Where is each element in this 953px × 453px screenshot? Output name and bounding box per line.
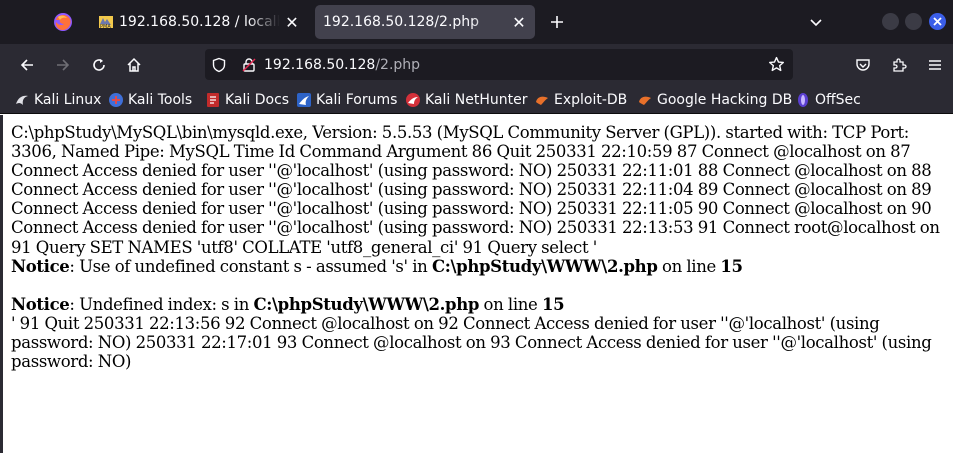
kali-nethunter-icon — [405, 92, 421, 108]
mysql-log-text: C:\phpStudy\MySQL\bin\mysqld.exe, Versio… — [11, 123, 940, 257]
notice-on-line: on line — [657, 256, 721, 276]
bookmark-label: Kali NetHunter — [425, 92, 528, 108]
notice-message: : Use of undefined constant s - assumed … — [69, 256, 432, 276]
reload-button[interactable] — [87, 53, 111, 77]
bookmark-kali-forums[interactable]: Kali Forums — [296, 90, 397, 110]
close-tab-icon[interactable]: ✕ — [280, 10, 304, 34]
exploit-db-icon — [534, 92, 550, 108]
url-path: /2.php — [375, 56, 421, 73]
url-host: 192.168.50.128 — [264, 56, 376, 73]
notice-line-number: 15 — [541, 294, 565, 314]
url-text[interactable]: 192.168.50.128/2.php — [264, 57, 420, 73]
shield-icon[interactable] — [210, 56, 228, 74]
notice-label: Notice — [11, 256, 70, 276]
bookmark-kali-linux[interactable]: Kali Linux — [14, 90, 101, 110]
plus-icon — [551, 16, 563, 28]
bookmark-star-icon[interactable] — [767, 56, 785, 74]
bookmarks-toolbar: Kali Linux Kali Tools Kali Docs Kali For… — [0, 86, 953, 114]
notice-line-number: 15 — [720, 256, 743, 276]
home-icon — [127, 57, 141, 72]
chevron-down-icon — [810, 19, 822, 27]
bookmark-google-hacking-db[interactable]: Google Hacking DB — [637, 90, 792, 110]
notice-label: Notice — [11, 294, 70, 314]
bookmark-kali-tools[interactable]: Kali Tools — [108, 90, 192, 110]
close-window-button[interactable] — [929, 13, 946, 30]
pocket-button[interactable] — [851, 53, 875, 77]
reload-icon — [93, 59, 105, 71]
pocket-icon — [856, 59, 870, 71]
page-body: C:\phpStudy\MySQL\bin\mysqld.exe, Versio… — [11, 123, 951, 371]
kali-docs-icon — [205, 92, 221, 108]
firefox-icon[interactable] — [52, 11, 74, 33]
tab-title: 192.168.50.128/2.php — [323, 14, 480, 30]
notice-on-line: on line — [479, 294, 542, 314]
bookmark-kali-docs[interactable]: Kali Docs — [205, 90, 289, 110]
navigation-toolbar: 192.168.50.128/2.php — [0, 44, 953, 86]
bookmark-label: Kali Linux — [34, 92, 102, 108]
notice-message: : Undefined index: s in — [69, 294, 254, 314]
puzzle-icon — [893, 58, 907, 72]
svg-text:PMA: PMA — [100, 24, 111, 30]
list-all-tabs-button[interactable] — [804, 10, 828, 34]
bookmark-label: Exploit-DB — [554, 92, 628, 108]
bookmark-label: Kali Forums — [316, 92, 398, 108]
page-info-icon[interactable] — [240, 56, 258, 74]
phpmyadmin-icon: PMA — [98, 14, 114, 30]
minimize-button[interactable] — [882, 13, 899, 30]
notice-file: C:\phpStudy\WWW\2.php — [431, 256, 658, 276]
home-button[interactable] — [122, 53, 146, 77]
back-arrow-icon — [20, 59, 33, 71]
close-tab-icon[interactable]: ✕ — [507, 10, 531, 34]
hamburger-menu-icon — [929, 60, 941, 70]
bookmark-label: OffSec — [815, 92, 861, 108]
maximize-button[interactable] — [905, 13, 922, 30]
new-tab-button[interactable] — [545, 10, 569, 34]
page-viewport: C:\phpStudy\MySQL\bin\mysqld.exe, Versio… — [0, 115, 953, 453]
bookmark-offsec[interactable]: OffSec — [795, 90, 861, 110]
forward-button[interactable] — [51, 53, 75, 77]
tab-phpmyadmin[interactable]: PMA 192.168.50.128 / localhost ✕ — [90, 5, 308, 39]
close-icon — [933, 17, 942, 26]
notice-file: C:\phpStudy\WWW\2.php — [253, 294, 480, 314]
extensions-button[interactable] — [887, 53, 911, 77]
bookmark-label: Google Hacking DB — [657, 92, 793, 108]
tab-strip: PMA 192.168.50.128 / localhost ✕ 192.168… — [0, 0, 953, 44]
tab-title: 192.168.50.128 / localhost — [119, 14, 280, 30]
mysql-log-text: ' 91 Quit 250331 22:13:56 92 Connect @lo… — [11, 313, 932, 372]
offsec-icon — [795, 92, 811, 108]
kali-forums-icon — [296, 92, 312, 108]
bookmark-label: Kali Tools — [128, 92, 193, 108]
ghdb-icon — [637, 92, 653, 108]
forward-arrow-icon — [57, 59, 70, 71]
kali-tools-icon — [108, 92, 124, 108]
app-menu-button[interactable] — [923, 53, 947, 77]
bookmark-exploit-db[interactable]: Exploit-DB — [534, 90, 627, 110]
back-button[interactable] — [15, 53, 39, 77]
tab-2-php[interactable]: 192.168.50.128/2.php ✕ — [315, 5, 535, 39]
url-bar[interactable]: 192.168.50.128/2.php — [205, 49, 793, 80]
bookmark-kali-nethunter[interactable]: Kali NetHunter — [405, 90, 527, 110]
bookmark-label: Kali Docs — [225, 92, 290, 108]
kali-dragon-icon — [14, 92, 30, 108]
